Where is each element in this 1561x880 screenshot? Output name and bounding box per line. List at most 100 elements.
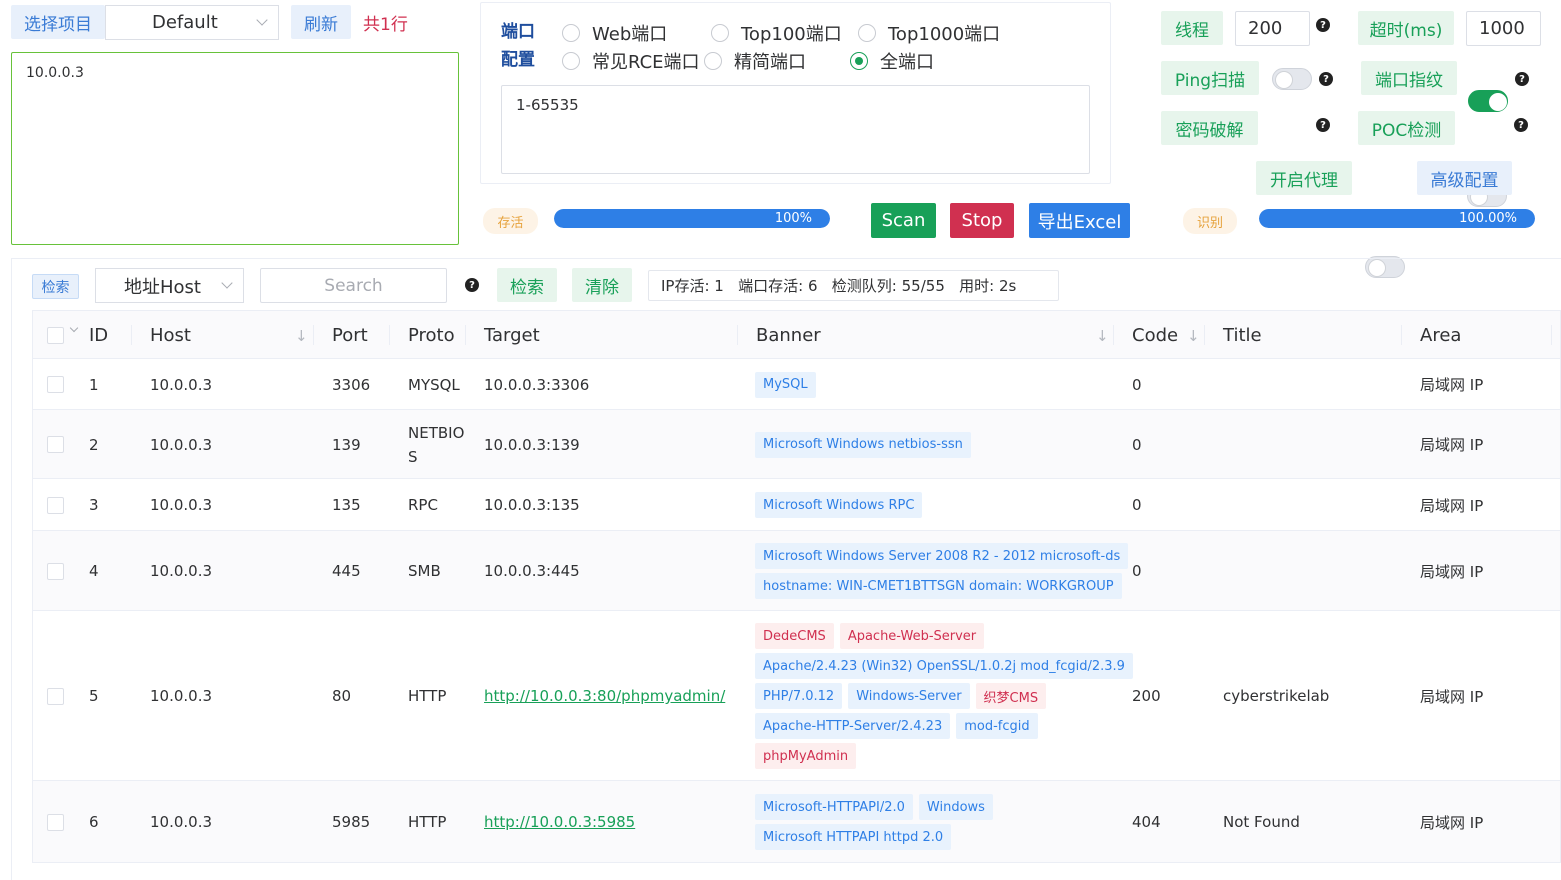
help-icon[interactable]: ? <box>465 278 479 292</box>
radio-all-ports[interactable]: 全端口 <box>850 48 934 74</box>
target-link[interactable]: http://10.0.0.3:5985 <box>484 813 635 831</box>
table-row[interactable]: 4 10.0.0.3 445 SMB 10.0.0.3:445 Microsoft Win… <box>33 531 1560 611</box>
identify-progress-fill: 100.00% <box>1259 209 1535 228</box>
column-divider <box>1113 325 1114 345</box>
radio-circle <box>858 24 876 42</box>
sort-arrow-icon[interactable]: ↓ <box>295 327 308 345</box>
table-row[interactable]: 1 10.0.0.3 3306 MYSQL 10.0.0.3:3306 MySQL 0 局域网… <box>33 359 1560 410</box>
refresh-button[interactable]: 刷新 <box>291 5 351 39</box>
row-checkbox-cell[interactable] <box>47 410 67 479</box>
cell-code: 0 <box>1132 496 1142 514</box>
checkbox[interactable] <box>47 687 64 705</box>
row-checkbox-cell[interactable] <box>47 531 67 611</box>
port-fingerprint-toggle[interactable] <box>1468 90 1508 112</box>
cell-target: 10.0.0.3:445 <box>484 531 734 611</box>
timeout-label: 超时(ms) <box>1358 11 1454 45</box>
cell-area: 局域网 IP <box>1420 813 1484 832</box>
banner-tag: DedeCMS <box>755 623 834 649</box>
help-icon[interactable]: ? <box>1514 118 1528 132</box>
row-checkbox-cell[interactable] <box>47 781 67 862</box>
cell-id: 4 <box>89 562 99 580</box>
cell-id: 3 <box>89 496 99 514</box>
banner-tag: PHP/7.0.12 <box>755 683 843 709</box>
column-header-host[interactable]: Host <box>150 311 191 359</box>
help-icon[interactable]: ? <box>1316 118 1330 132</box>
cell-proto: HTTP <box>408 687 447 705</box>
project-select[interactable]: Default <box>105 5 279 40</box>
select-project-button[interactable]: 选择项目 <box>11 5 105 39</box>
chevron-down-icon[interactable] <box>69 323 79 333</box>
row-count: 共1行 <box>363 15 408 35</box>
table-header: ID Host ↓ Port Proto Target Banner ↓ Cod… <box>33 311 1560 359</box>
target-link[interactable]: http://10.0.0.3:80/phpmyadmin/ <box>484 687 725 705</box>
cell-banner: Microsoft Windows RPC <box>755 479 1115 531</box>
port-fingerprint-label: 端口指纹 <box>1361 61 1457 95</box>
row-checkbox-cell[interactable] <box>47 611 67 781</box>
filter-tag: 检索 <box>32 274 79 299</box>
banner-tag: MySQL <box>755 371 816 398</box>
cell-target[interactable]: http://10.0.0.3:80/phpmyadmin/ <box>484 611 734 781</box>
row-checkbox-cell[interactable] <box>47 359 67 410</box>
checkbox[interactable] <box>47 496 64 514</box>
column-header-banner[interactable]: Banner <box>756 311 821 359</box>
radio-label: 精简端口 <box>734 52 806 73</box>
cell-banner: MySQL <box>755 359 1115 410</box>
radio-simple-ports[interactable]: 精简端口 <box>704 48 806 74</box>
radio-label: 常见RCE端口 <box>592 52 700 73</box>
cell-port: 80 <box>332 687 352 705</box>
port-range-textarea[interactable]: 1-65535 <box>501 85 1090 174</box>
cell-title <box>1223 410 1398 479</box>
threads-input[interactable]: 200 <box>1235 11 1310 46</box>
cell-id: 1 <box>89 375 99 394</box>
column-header-id[interactable]: ID <box>89 311 108 359</box>
checkbox[interactable] <box>47 376 64 393</box>
cell-host: 10.0.0.3 <box>150 435 213 454</box>
banner-tag: Apache-HTTP-Server/2.4.23 <box>755 713 951 739</box>
checkbox[interactable] <box>47 562 64 580</box>
column-header-target[interactable]: Target <box>484 311 540 359</box>
radio-rce-ports[interactable]: 常见RCE端口 <box>562 48 700 74</box>
column-header-area[interactable]: Area <box>1420 311 1461 359</box>
sort-arrow-icon[interactable]: ↓ <box>1187 327 1200 345</box>
clear-button[interactable]: 清除 <box>572 268 632 302</box>
password-brute-label: 密码破解 <box>1161 111 1258 145</box>
help-icon[interactable]: ? <box>1515 72 1529 86</box>
ping-scan-toggle[interactable] <box>1272 68 1312 90</box>
cell-port: 139 <box>332 435 361 454</box>
checkbox[interactable] <box>47 813 64 831</box>
search-button[interactable]: 检索 <box>497 268 557 302</box>
cell-title: Not Found <box>1223 813 1300 831</box>
help-icon[interactable]: ? <box>1316 18 1330 32</box>
banner-tag: Windows <box>918 794 993 820</box>
scan-button[interactable]: Scan <box>871 203 936 238</box>
row-checkbox-cell[interactable] <box>47 479 67 531</box>
column-header-title[interactable]: Title <box>1223 311 1262 359</box>
timeout-input[interactable]: 1000 <box>1466 11 1541 46</box>
radio-web-ports[interactable]: Web端口 <box>562 20 667 46</box>
cell-title <box>1223 531 1398 611</box>
checkbox[interactable] <box>47 436 64 453</box>
targets-textarea[interactable]: 10.0.0.3 <box>11 52 459 245</box>
table-row[interactable]: 6 10.0.0.3 5985 HTTP http://10.0.0.3:5985 Mic… <box>33 781 1560 862</box>
export-excel-button[interactable]: 导出Excel <box>1029 203 1130 238</box>
cell-target[interactable]: http://10.0.0.3:5985 <box>484 781 734 862</box>
table-row[interactable]: 3 10.0.0.3 135 RPC 10.0.0.3:135 Microsoft Win… <box>33 479 1560 531</box>
column-header-code[interactable]: Code <box>1132 311 1178 359</box>
results-table: ID Host ↓ Port Proto Target Banner ↓ Cod… <box>32 310 1561 863</box>
select-all-checkbox[interactable] <box>47 311 64 359</box>
stop-button[interactable]: Stop <box>950 203 1014 238</box>
banner-tag: Microsoft Windows RPC <box>755 492 923 518</box>
column-header-proto[interactable]: Proto <box>408 311 455 359</box>
help-icon[interactable]: ? <box>1319 72 1333 86</box>
cell-host: 10.0.0.3 <box>150 687 213 705</box>
sort-arrow-icon[interactable]: ↓ <box>1096 327 1109 345</box>
table-row[interactable]: 2 10.0.0.3 139 NETBIOS 10.0.0.3:139 Microsoft… <box>33 410 1560 479</box>
radio-top100-ports[interactable]: Top100端口 <box>711 20 842 46</box>
filter-field-select[interactable]: 地址Host <box>95 268 244 303</box>
radio-top1000-ports[interactable]: Top1000端口 <box>858 20 1000 46</box>
column-header-port[interactable]: Port <box>332 311 368 359</box>
advanced-config-button[interactable]: 高级配置 <box>1417 161 1512 195</box>
table-row[interactable]: 5 10.0.0.3 80 HTTP http://10.0.0.3:80/phpmya… <box>33 611 1560 781</box>
search-input[interactable]: Search <box>260 268 447 303</box>
alive-progress-fill: 100% <box>554 209 830 228</box>
